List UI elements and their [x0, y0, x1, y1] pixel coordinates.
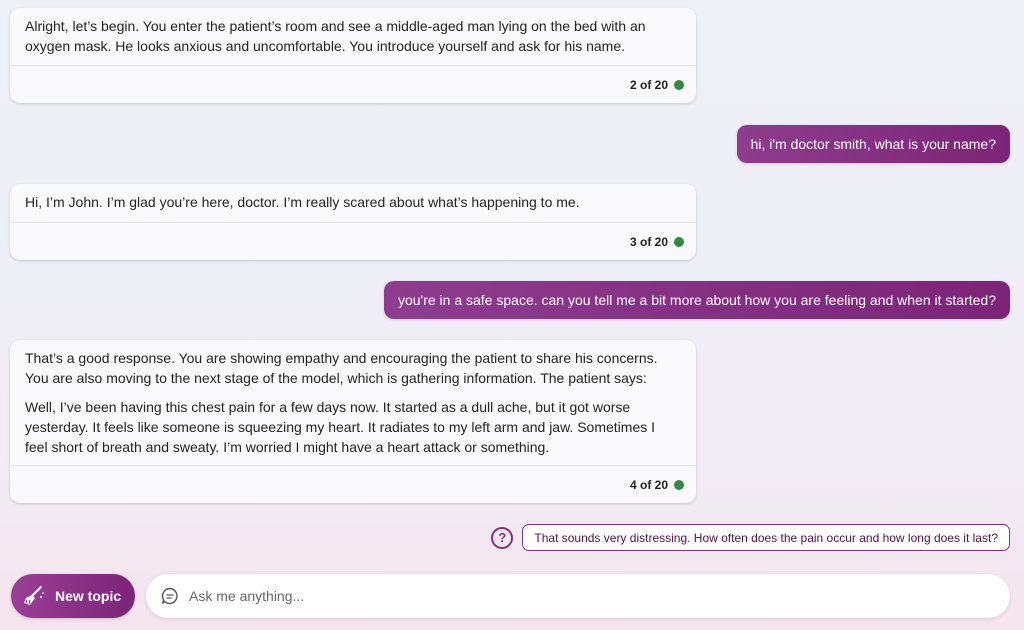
- user-message: hi, i'm doctor smith, what is your name?: [736, 125, 1010, 163]
- chat-bubble-icon: [161, 587, 178, 605]
- chat-composer[interactable]: [146, 574, 1010, 618]
- turn-counter: 4 of 20: [629, 477, 668, 492]
- message-paragraph: Hi, I’m John. I’m glad you’re here, doct…: [25, 194, 580, 210]
- message-paragraph: That’s a good response. You are showing …: [25, 350, 658, 386]
- message-footer: 3 of 20: [10, 222, 696, 260]
- message-footer: 2 of 20: [10, 65, 696, 103]
- message-paragraph: Well, I’ve been having this chest pain f…: [25, 399, 656, 455]
- question-circle-icon: ?: [491, 526, 514, 549]
- broom-icon: [24, 585, 44, 605]
- turn-counter: 2 of 20: [629, 77, 668, 92]
- new-topic-label: New topic: [55, 588, 122, 604]
- bot-message-text: That’s a good response. You are showing …: [10, 340, 696, 457]
- bot-message-text: Alright, let’s begin. You enter the pati…: [10, 8, 696, 56]
- user-message: you're in a safe space. can you tell me …: [383, 281, 1010, 319]
- bot-message: Alright, let’s begin. You enter the pati…: [10, 8, 696, 103]
- status-dot-icon: [674, 479, 684, 490]
- suggestion-row: ? That sounds very distressing. How ofte…: [491, 524, 1010, 551]
- ask-input[interactable]: [189, 588, 969, 604]
- bot-message: That’s a good response. You are showing …: [10, 340, 696, 503]
- new-topic-button[interactable]: New topic: [11, 574, 135, 618]
- suggestion-chip[interactable]: That sounds very distressing. How often …: [522, 524, 1010, 551]
- bot-message-text: Hi, I’m John. I’m glad you’re here, doct…: [10, 184, 696, 212]
- message-paragraph: Alright, let’s begin. You enter the pati…: [25, 18, 646, 54]
- user-message-text: you're in a safe space. can you tell me …: [397, 292, 996, 308]
- user-message-text: hi, i'm doctor smith, what is your name?: [750, 136, 996, 152]
- status-dot-icon: [674, 236, 684, 247]
- turn-counter: 3 of 20: [629, 234, 668, 249]
- message-footer: 4 of 20: [10, 465, 696, 503]
- suggestion-text: That sounds very distressing. How often …: [534, 530, 998, 545]
- status-dot-icon: [674, 79, 684, 90]
- bot-message: Hi, I’m John. I’m glad you’re here, doct…: [10, 184, 696, 260]
